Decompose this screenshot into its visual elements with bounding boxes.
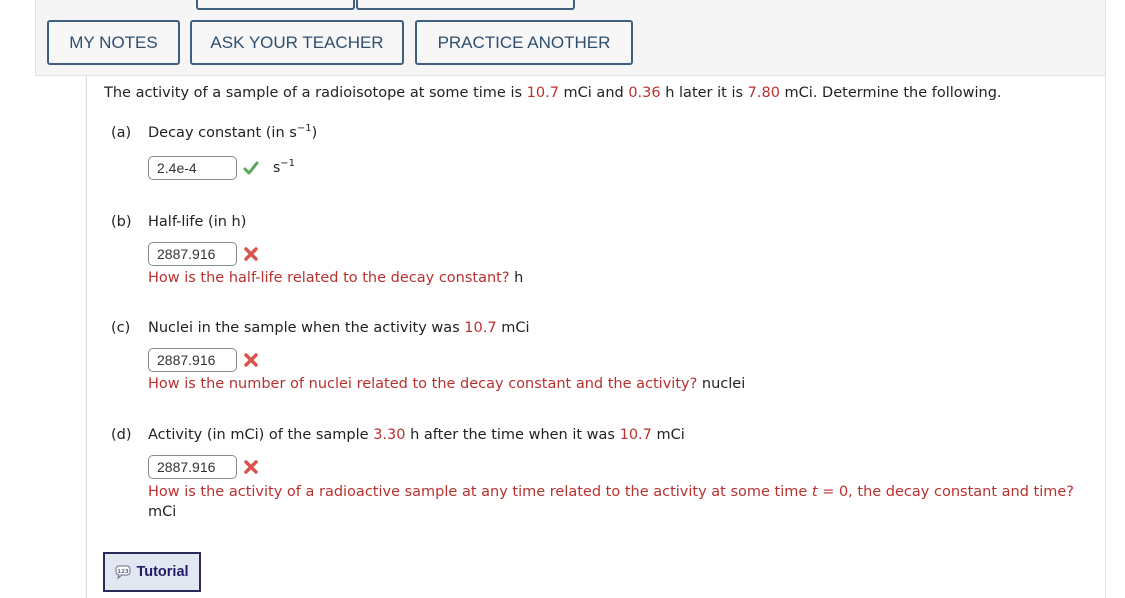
part-d-answer-row: 2887.916 [148, 455, 259, 479]
problem-text: mCi. Determine the following. [779, 85, 1002, 101]
problem-text: mCi and [558, 85, 629, 101]
elapsed-time-value: 0.36 [628, 85, 661, 101]
part-label-text: mCi [651, 427, 685, 443]
my-notes-button[interactable]: MY NOTES [47, 20, 180, 65]
part-label-text: ) [311, 125, 318, 141]
practice-another-button[interactable]: PRACTICE ANOTHER [415, 20, 633, 65]
123-speech-bubble-icon: 123 [115, 565, 131, 580]
part-c-hint: How is the number of nuclei related to t… [148, 376, 745, 392]
ask-your-teacher-button[interactable]: ASK YOUR TEACHER [190, 20, 404, 65]
problem-text: The activity of a sample of a radioisoto… [104, 85, 527, 101]
part-a-answer-input[interactable]: 2.4e-4 [148, 156, 237, 180]
hint-text: How is the half-life related to the deca… [148, 270, 510, 286]
activity-value: 10.7 [464, 320, 497, 336]
toolbar: MY NOTES ASK YOUR TEACHER PRACTICE ANOTH… [35, 0, 1106, 76]
part-b-answer-row: 2887.916 [148, 242, 259, 266]
problem-text: h later it is [660, 85, 748, 101]
superscript: −1 [280, 158, 296, 169]
part-d-label: (d) Activity (in mCi) of the sample 3.30 … [111, 427, 685, 443]
part-c-answer-row: 2887.916 [148, 348, 259, 372]
time-value: 3.30 [373, 427, 406, 443]
svg-text:123: 123 [118, 569, 130, 575]
superscript: −1 [296, 123, 312, 134]
part-label-text: h after the time when it was [405, 427, 620, 443]
part-label-text: Decay constant (in s [148, 125, 297, 141]
part-a-label: (a) Decay constant (in s−1) [111, 123, 318, 142]
partial-button-top[interactable] [196, 0, 355, 10]
x-mark-icon [244, 460, 258, 474]
part-b-label: (b) Half-life (in h) [111, 214, 246, 230]
part-d-hint: How is the activity of a radioactive sam… [148, 482, 1078, 522]
part-a-answer-row: 2.4e-4 s−1 [148, 156, 295, 180]
later-activity-value: 7.80 [747, 85, 780, 101]
tutorial-label: Tutorial [136, 564, 189, 580]
problem-statement: The activity of a sample of a radioisoto… [104, 85, 1002, 101]
tutorial-button[interactable]: 123 Tutorial [103, 552, 201, 592]
part-letter: (b) [111, 214, 132, 230]
hint-text: = 0, the decay constant and time? [817, 484, 1074, 500]
unit-text: nuclei [697, 376, 746, 392]
partial-button-top[interactable] [356, 0, 575, 10]
x-mark-icon [244, 247, 258, 261]
part-c-answer-input[interactable]: 2887.916 [148, 348, 237, 372]
part-letter: (d) [111, 427, 132, 443]
activity-value: 10.7 [619, 427, 652, 443]
unit-text: h [509, 270, 524, 286]
x-mark-icon [244, 353, 258, 367]
part-a-unit: s−1 [273, 158, 296, 177]
part-label-text: Half-life (in h) [148, 214, 247, 230]
initial-activity-value: 10.7 [526, 85, 559, 101]
part-label-text: Nuclei in the sample when the activity w… [148, 320, 465, 336]
part-d-answer-input[interactable]: 2887.916 [148, 455, 237, 479]
hint-text: How is the number of nuclei related to t… [148, 376, 698, 392]
part-c-label: (c) Nuclei in the sample when the activit… [111, 320, 529, 336]
part-letter: (a) [111, 125, 132, 141]
part-label-text: mCi [496, 320, 530, 336]
checkmark-icon [243, 161, 259, 175]
part-label-text: Activity (in mCi) of the sample [148, 427, 374, 443]
part-b-answer-input[interactable]: 2887.916 [148, 242, 237, 266]
unit-text: mCi [148, 504, 177, 520]
part-b-hint: How is the half-life related to the deca… [148, 270, 523, 286]
hint-text: How is the activity of a radioactive sam… [148, 484, 812, 500]
part-letter: (c) [111, 320, 131, 336]
